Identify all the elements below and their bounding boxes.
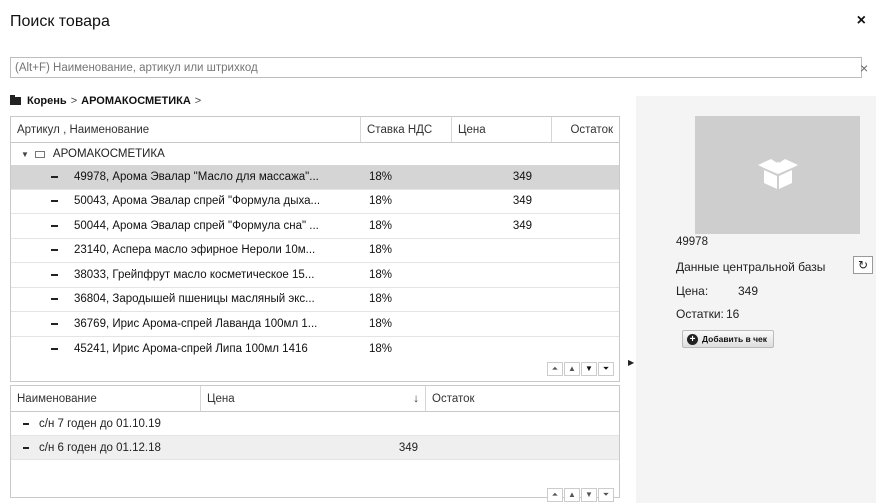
product-row[interactable]: 50044, Арома Эвалар спрей "Формула сна" … xyxy=(11,214,619,239)
product-price: 349 xyxy=(512,170,532,183)
group-row[interactable]: ▼ АРОМАКОСМЕТИКА xyxy=(11,143,619,165)
leaf-icon xyxy=(51,273,58,276)
first-page-icon[interactable]: ⏶ xyxy=(547,362,563,376)
add-to-receipt-label: Добавить в чек xyxy=(702,334,768,344)
product-row[interactable]: 23140, Аспера масло эфирное Нероли 10м..… xyxy=(11,239,619,263)
next-page-icon[interactable]: ▼ xyxy=(581,362,597,376)
product-name: 49978, Арома Эвалар "Масло для массажа".… xyxy=(74,170,319,183)
detail-stock-label: Остатки: xyxy=(676,307,724,321)
column-header-price[interactable]: Цена xyxy=(452,117,552,142)
prev-page-icon[interactable]: ▲ xyxy=(564,362,580,376)
product-name: 45241, Ирис Арома-спрей Липа 100мл 1416 xyxy=(74,342,308,355)
central-db-label: Данные центральной базы xyxy=(676,260,826,274)
batches-grid: Наименование Цена ↓ Остаток с/н 7 годен … xyxy=(10,385,620,498)
clear-search-button[interactable]: × xyxy=(860,60,872,76)
leaf-icon xyxy=(51,347,58,350)
product-vat: 18% xyxy=(369,342,393,355)
batch-name: с/н 6 годен до 01.12.18 xyxy=(39,441,161,454)
leaf-icon xyxy=(23,446,29,449)
product-vat: 18% xyxy=(369,317,393,330)
product-row[interactable]: 36769, Ирис Арома-спрей Лаванда 100мл 1.… xyxy=(11,312,619,337)
product-name: 23140, Аспера масло эфирное Нероли 10м..… xyxy=(74,244,316,257)
batch-name: с/н 7 годен до 01.10.19 xyxy=(39,417,161,430)
refresh-icon: ↻ xyxy=(857,258,869,272)
dialog-title: Поиск товара xyxy=(10,13,110,30)
last-page-icon[interactable]: ⏷ xyxy=(598,362,614,376)
detail-article: 49978 xyxy=(676,236,708,248)
sort-arrow-icon: ↓ xyxy=(413,392,419,405)
last-page-icon[interactable]: ⏷ xyxy=(598,488,614,502)
product-price: 349 xyxy=(512,195,532,208)
leaf-icon xyxy=(51,249,58,252)
batches-header: Наименование Цена ↓ Остаток xyxy=(11,386,619,412)
product-vat: 18% xyxy=(369,268,393,281)
expand-panel-arrow-icon[interactable]: ▶ xyxy=(628,358,634,367)
products-grid: Артикул , Наименование Ставка НДС Цена О… xyxy=(10,116,620,382)
breadcrumb-root[interactable]: Корень xyxy=(27,95,67,107)
product-name: 36804, Зародышей пшеницы масляный экс... xyxy=(74,293,315,306)
batch-row[interactable]: с/н 7 годен до 01.10.19 xyxy=(11,412,619,436)
product-name: 50044, Арома Эвалар спрей "Формула сна" … xyxy=(74,219,319,232)
close-button[interactable]: × xyxy=(857,13,866,29)
column-header-stock[interactable]: Остаток xyxy=(552,117,619,142)
leaf-icon xyxy=(51,200,58,203)
next-page-icon[interactable]: ▼ xyxy=(581,488,597,502)
column-header-batch-name[interactable]: Наименование xyxy=(11,386,201,411)
leaf-icon xyxy=(23,422,29,425)
breadcrumb: Корень > АРОМАКОСМЕТИКА > xyxy=(10,95,201,107)
product-row[interactable]: 38033, Грейпфрут масло косметическое 15.… xyxy=(11,263,619,288)
breadcrumb-current[interactable]: АРОМАКОСМЕТИКА xyxy=(81,95,191,107)
box-icon xyxy=(757,159,798,189)
column-header-article-name[interactable]: Артикул , Наименование xyxy=(11,117,361,142)
product-name: 38033, Грейпфрут масло косметическое 15.… xyxy=(74,268,315,281)
product-vat: 18% xyxy=(369,293,393,306)
product-name: 50043, Арома Эвалар спрей "Формула дыха.… xyxy=(74,195,321,208)
products-header: Артикул , Наименование Ставка НДС Цена О… xyxy=(11,117,619,143)
product-row[interactable]: 49978, Арома Эвалар "Масло для массажа".… xyxy=(11,165,619,190)
product-vat: 18% xyxy=(369,170,393,183)
detail-price-label: Цена: xyxy=(676,284,709,298)
folder-open-icon xyxy=(34,150,45,158)
first-page-icon[interactable]: ⏶ xyxy=(547,488,563,502)
detail-price: 349 xyxy=(738,284,759,298)
expand-triangle-icon[interactable]: ▼ xyxy=(21,150,29,159)
product-row[interactable]: 50043, Арома Эвалар спрей "Формула дыха.… xyxy=(11,190,619,214)
refresh-button[interactable]: ↻ xyxy=(853,256,873,274)
plus-icon: + xyxy=(687,333,698,345)
detail-stock: 16 xyxy=(726,307,740,321)
column-header-batch-price-label: Цена xyxy=(207,392,235,405)
product-row[interactable]: 45241, Ирис Арома-спрей Липа 100мл 1416 … xyxy=(11,337,619,362)
batch-price: 349 xyxy=(398,441,418,454)
product-row[interactable]: 36804, Зародышей пшеницы масляный экс...… xyxy=(11,288,619,312)
product-name: 36769, Ирис Арома-спрей Лаванда 100мл 1.… xyxy=(74,317,318,330)
batches-pager: ⏶ ▲ ▼ ⏷ xyxy=(547,488,614,502)
breadcrumb-separator: > xyxy=(194,95,202,107)
product-vat: 18% xyxy=(369,219,393,232)
search-box[interactable] xyxy=(10,57,862,78)
search-input[interactable] xyxy=(11,58,861,77)
column-header-batch-stock[interactable]: Остаток xyxy=(426,386,619,411)
leaf-icon xyxy=(51,224,58,227)
details-panel: 49978 Данные центральной базы ↻ Цена: 34… xyxy=(636,96,876,503)
batch-row[interactable]: с/н 6 годен до 01.12.18 349 xyxy=(11,436,619,460)
group-label: АРОМАКОСМЕТИКА xyxy=(52,148,165,160)
column-header-batch-price[interactable]: Цена ↓ xyxy=(201,386,426,411)
leaf-icon xyxy=(51,175,58,178)
leaf-icon xyxy=(51,298,58,301)
breadcrumb-separator: > xyxy=(70,95,78,107)
product-vat: 18% xyxy=(369,195,393,208)
product-vat: 18% xyxy=(369,244,393,257)
column-header-vat[interactable]: Ставка НДС xyxy=(361,117,452,142)
leaf-icon xyxy=(51,322,58,325)
product-price: 349 xyxy=(512,219,532,232)
folder-icon xyxy=(10,95,21,105)
products-pager: ⏶ ▲ ▼ ⏷ xyxy=(547,362,614,376)
add-to-receipt-button[interactable]: + Добавить в чек xyxy=(682,330,775,348)
product-image-placeholder xyxy=(695,116,860,234)
prev-page-icon[interactable]: ▲ xyxy=(564,488,580,502)
